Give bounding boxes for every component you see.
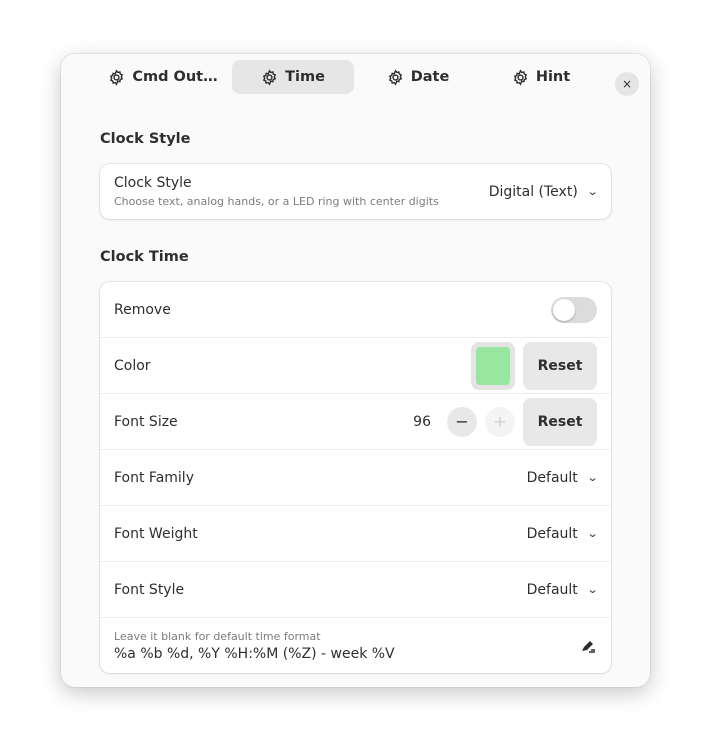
clock-style-subtitle: Choose text, analog hands, or a LED ring… [114, 195, 439, 208]
minus-icon: − [455, 412, 469, 431]
time-format-hint: Leave it blank for default time format [114, 629, 321, 643]
gear-icon [110, 68, 124, 86]
color-picker-button[interactable] [471, 341, 515, 390]
font-weight-dropdown[interactable]: Default ⌄ [526, 506, 599, 561]
tab-time[interactable]: Time [232, 60, 354, 94]
clock-style-card: Clock Style Choose text, analog hands, o… [100, 164, 611, 219]
clock-style-text: Clock Style Choose text, analog hands, o… [114, 175, 439, 208]
clock-style-label: Clock Style [114, 175, 192, 191]
plus-icon: + [493, 412, 507, 431]
font-style-select[interactable]: Default ⌄ [526, 581, 599, 598]
gear-icon [262, 68, 277, 86]
clock-style-select[interactable]: Digital (Text) ⌄ [488, 183, 599, 200]
clock-time-card: Remove Color Reset Font Size 96 − + Rese… [100, 282, 611, 673]
toggle-knob [553, 298, 575, 321]
chevron-down-icon: ⌄ [586, 583, 599, 596]
clock-style-value: Digital (Text) [488, 183, 578, 200]
increase-button[interactable]: + [485, 406, 515, 437]
font-family-label: Font Family [114, 469, 194, 486]
font-style-value: Default [526, 581, 578, 598]
tab-label: Cmd Out… [132, 69, 218, 85]
edit-icon[interactable] [579, 637, 597, 655]
font-style-row[interactable]: Font Style Default ⌄ [100, 562, 611, 618]
font-family-select[interactable]: Default ⌄ [526, 469, 599, 486]
settings-window: Cmd Out… Time Date Hint × Clock Style Cl… [61, 54, 650, 687]
color-swatch [476, 346, 510, 385]
tab-cmd-output[interactable]: Cmd Out… [103, 60, 223, 94]
font-style-dropdown[interactable]: Default ⌄ [526, 562, 599, 617]
font-style-label: Font Style [114, 581, 185, 598]
font-family-dropdown[interactable]: Default ⌄ [526, 450, 599, 505]
clock-style-row[interactable]: Clock Style Choose text, analog hands, o… [100, 164, 611, 219]
color-controls: Reset [471, 338, 597, 393]
tab-label: Hint [535, 69, 571, 85]
chevron-down-icon: ⌄ [586, 527, 599, 540]
font-size-value[interactable]: 96 [413, 414, 431, 430]
font-weight-value: Default [526, 525, 578, 542]
font-family-value: Default [526, 469, 578, 486]
close-icon: × [621, 77, 633, 91]
font-size-row: Font Size 96 − + Reset [100, 394, 611, 450]
remove-toggle[interactable] [551, 296, 597, 323]
font-size-controls: 96 − + Reset [413, 394, 597, 449]
font-family-row[interactable]: Font Family Default ⌄ [100, 450, 611, 506]
close-button[interactable]: × [615, 72, 639, 96]
remove-row: Remove [100, 282, 611, 338]
tab-bar: Cmd Out… Time Date Hint × [61, 60, 650, 96]
time-format-row[interactable]: Leave it blank for default time format %… [100, 618, 611, 673]
time-format-field[interactable]: Leave it blank for default time format %… [114, 630, 395, 662]
chevron-down-icon: ⌄ [586, 471, 599, 484]
section-title-clock-style: Clock Style [100, 131, 191, 147]
color-reset-button[interactable]: Reset [523, 341, 597, 390]
decrease-button[interactable]: − [447, 406, 477, 437]
color-label: Color [114, 357, 151, 374]
gear-icon [388, 68, 402, 86]
color-row: Color Reset [100, 338, 611, 394]
font-size-reset-button[interactable]: Reset [523, 397, 597, 446]
remove-controls [551, 282, 597, 337]
font-weight-select[interactable]: Default ⌄ [526, 525, 599, 542]
time-format-value[interactable]: %a %b %d, %Y %H:%M (%Z) - week %V [114, 646, 395, 662]
tab-date[interactable]: Date [363, 60, 473, 94]
font-weight-row[interactable]: Font Weight Default ⌄ [100, 506, 611, 562]
edit-controls [579, 618, 597, 673]
remove-label: Remove [114, 301, 171, 318]
tab-hint[interactable]: Hint [486, 60, 596, 94]
tab-label: Date [410, 69, 450, 85]
clock-style-dropdown[interactable]: Digital (Text) ⌄ [488, 164, 599, 219]
font-size-label: Font Size [114, 413, 178, 430]
chevron-down-icon: ⌄ [586, 185, 599, 198]
section-title-clock-time: Clock Time [100, 249, 189, 265]
font-weight-label: Font Weight [114, 525, 198, 542]
tab-label: Time [285, 69, 325, 85]
gear-icon [513, 68, 527, 86]
